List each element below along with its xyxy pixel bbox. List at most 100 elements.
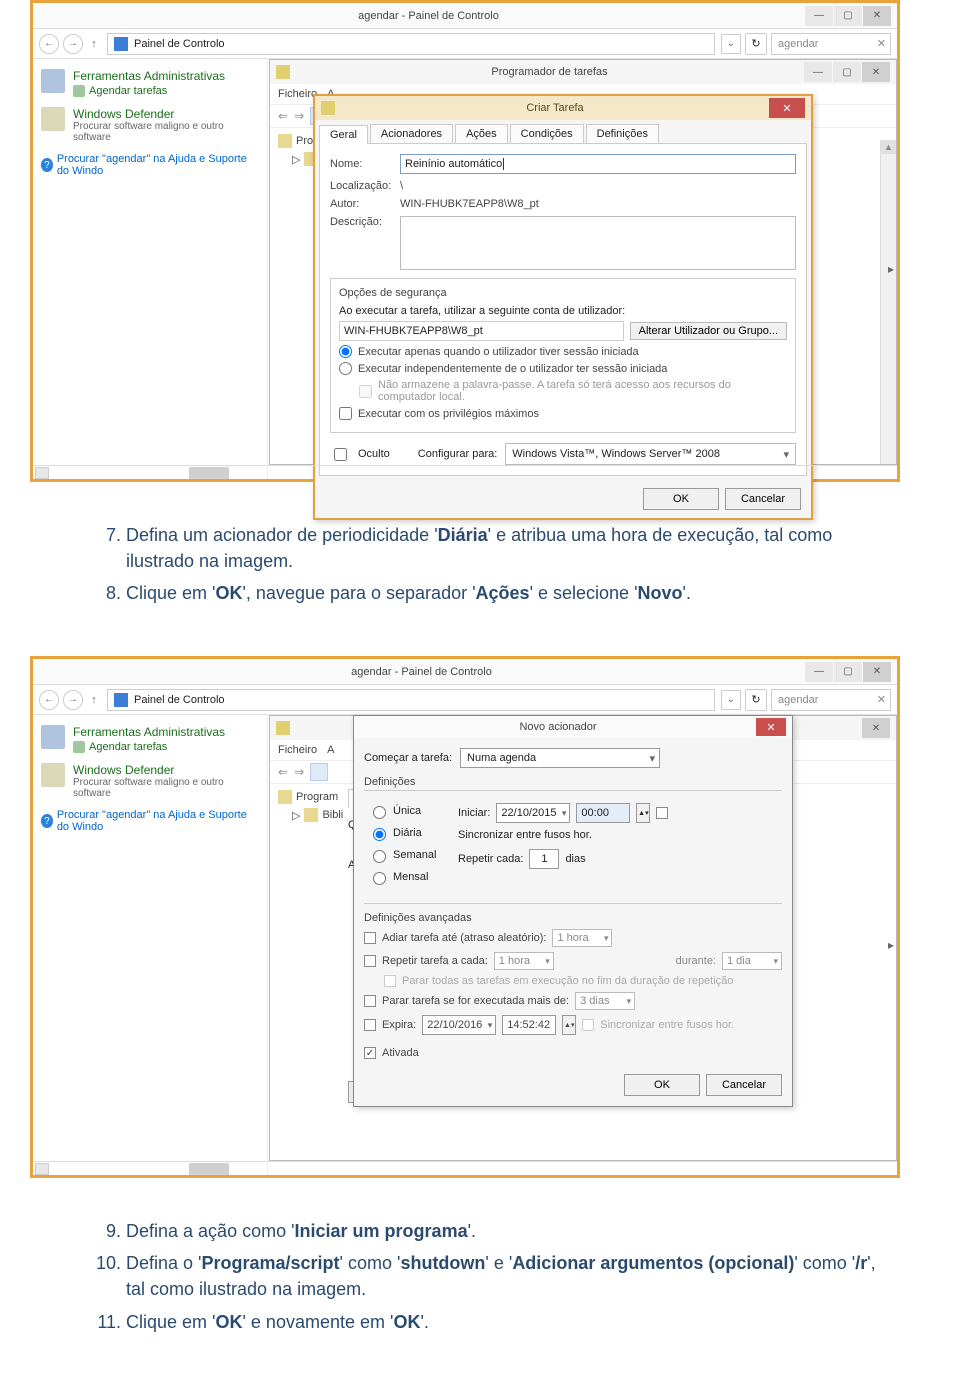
help-link[interactable]: ? Procurar "agendar" na Ajuda e Suporte …	[41, 809, 259, 833]
admin-tools-link[interactable]: Ferramentas Administrativas	[73, 69, 225, 83]
na-ok-button[interactable]: OK	[624, 1074, 700, 1096]
cfg-select[interactable]: Windows Vista™, Windows Server™ 2008	[505, 443, 796, 465]
hscroll-left[interactable]	[35, 467, 49, 479]
na-cancel-button[interactable]: Cancelar	[706, 1074, 782, 1096]
ts-icon	[276, 721, 290, 735]
hscroll-2[interactable]	[33, 1161, 897, 1175]
adv2-select[interactable]: 1 hora	[494, 952, 554, 970]
maximize-button[interactable]: ▢	[834, 6, 862, 26]
time-spinner[interactable]: ▲▾	[636, 803, 650, 823]
breadcrumb[interactable]: Painel de Controlo	[107, 689, 715, 711]
dropdown-history[interactable]: ⌄	[721, 34, 741, 54]
minimize-button[interactable]: —	[805, 6, 833, 26]
search-input[interactable]: agendar ✕	[771, 689, 891, 711]
screenshot-1: agendar - Painel de Controlo — ▢ ✕ ← → ↑…	[30, 0, 900, 482]
adv1-check[interactable]	[364, 932, 376, 944]
up-button[interactable]: ↑	[87, 38, 101, 50]
tab-acoes[interactable]: Ações	[455, 124, 508, 143]
repeat-input[interactable]: 1	[529, 849, 559, 869]
close-button[interactable]: ✕	[863, 6, 891, 26]
hscroll-thumb[interactable]	[189, 467, 229, 479]
back-button[interactable]: ←	[39, 34, 59, 54]
adv2-check[interactable]	[364, 955, 376, 967]
close-button[interactable]: ✕	[863, 662, 891, 682]
adv4-spinner[interactable]: ▲▾	[562, 1015, 576, 1035]
schedule-tasks-link[interactable]: Agendar tarefas	[73, 85, 225, 97]
time-input[interactable]: 00:00	[576, 803, 630, 823]
ts-close[interactable]: ✕	[862, 62, 890, 82]
breadcrumb[interactable]: Painel de Controlo	[107, 33, 715, 55]
opt-logged-on-radio[interactable]	[339, 345, 352, 358]
radio-diaria[interactable]: Diária	[368, 825, 450, 841]
clear-search-icon[interactable]: ✕	[877, 693, 886, 706]
ts-icon	[276, 65, 290, 79]
help-link[interactable]: ? Procurar "agendar" na Ajuda e Suporte …	[41, 153, 259, 177]
back-button[interactable]: ←	[39, 690, 59, 710]
forward-button[interactable]: →	[63, 690, 83, 710]
cp-titlebar-2: agendar - Painel de Controlo — ▢ ✕	[33, 659, 897, 685]
forward-button[interactable]: →	[63, 34, 83, 54]
ct-close-button[interactable]: ✕	[769, 98, 805, 118]
repeat-unit: dias	[565, 853, 585, 865]
tb-icon[interactable]	[310, 763, 328, 781]
expand-arrow[interactable]: ▸	[888, 938, 894, 952]
adv4-date[interactable]: 22/10/2016	[422, 1015, 496, 1035]
opt-no-password-check	[359, 385, 372, 398]
refresh-button[interactable]: ↻	[745, 33, 767, 55]
loc-value: \	[400, 180, 403, 192]
radio-mensal[interactable]: Mensal	[368, 869, 450, 885]
adv3-select[interactable]: 3 dias	[575, 992, 635, 1010]
menu-ficheiro[interactable]: Ficheiro	[278, 88, 317, 100]
adv1-select[interactable]: 1 hora	[552, 929, 612, 947]
expand-arrow[interactable]: ▸	[888, 262, 894, 276]
nome-input[interactable]: Reinínio automático	[400, 154, 796, 174]
radio-unica[interactable]: Única	[368, 803, 450, 819]
date-input[interactable]: 22/10/2015	[496, 803, 570, 823]
address-bar: ← → ↑ Painel de Controlo ⌄ ↻ agendar ✕	[33, 29, 897, 59]
start-select[interactable]: Numa agenda	[460, 748, 660, 768]
defender-link[interactable]: Windows Defender	[73, 107, 259, 121]
na-close-button[interactable]: ✕	[756, 718, 786, 736]
schedule-tasks-link[interactable]: Agendar tarefas	[73, 741, 225, 753]
minimize-button[interactable]: —	[805, 662, 833, 682]
adv4-check[interactable]	[364, 1019, 376, 1031]
search-input[interactable]: agendar ✕	[771, 33, 891, 55]
opt-whether-logged-radio[interactable]	[339, 362, 352, 375]
ts-close[interactable]: ✕	[862, 718, 890, 738]
maximize-button[interactable]: ▢	[834, 662, 862, 682]
hscroll-thumb[interactable]	[189, 1163, 229, 1175]
oculto-check[interactable]	[334, 448, 347, 461]
ct-cancel-button[interactable]: Cancelar	[725, 488, 801, 510]
adv3-check[interactable]	[364, 995, 376, 1007]
ct-ok-button[interactable]: OK	[643, 488, 719, 510]
change-user-button[interactable]: Alterar Utilizador ou Grupo...	[630, 322, 787, 340]
ts-min[interactable]: —	[804, 62, 832, 82]
dropdown-history[interactable]: ⌄	[721, 690, 741, 710]
tab-definicoes[interactable]: Definições	[586, 124, 659, 143]
ct-tabs: Geral Acionadores Ações Condições Defini…	[315, 120, 811, 143]
main-layout: Ferramentas Administrativas Agendar tare…	[33, 59, 897, 479]
admin-tools-link[interactable]: Ferramentas Administrativas	[73, 725, 225, 739]
vscroll[interactable]: ▲	[880, 140, 896, 464]
na-title: Novo acionador	[360, 721, 756, 733]
desc-input[interactable]	[400, 216, 796, 270]
ts-max[interactable]: ▢	[833, 62, 861, 82]
opt-highest-priv-check[interactable]	[339, 407, 352, 420]
adv2b-check	[384, 975, 396, 987]
adv2-dur-select[interactable]: 1 dia	[722, 952, 782, 970]
radio-semanal[interactable]: Semanal	[368, 847, 450, 863]
hscroll[interactable]	[33, 465, 897, 479]
hscroll-left[interactable]	[35, 1163, 49, 1175]
sync-check[interactable]	[656, 807, 668, 819]
defender-desc: Procurar software maligno e outro softwa…	[73, 121, 259, 143]
tab-geral[interactable]: Geral	[319, 125, 368, 144]
tab-condicoes[interactable]: Condições	[510, 124, 584, 143]
refresh-button[interactable]: ↻	[745, 689, 767, 711]
adv4-time[interactable]: 14:52:42	[502, 1015, 556, 1035]
clear-search-icon[interactable]: ✕	[877, 37, 886, 50]
tab-acionadores[interactable]: Acionadores	[370, 124, 453, 143]
defender-link[interactable]: Windows Defender	[73, 763, 259, 777]
up-button[interactable]: ↑	[87, 694, 101, 706]
menu-ficheiro[interactable]: Ficheiro	[278, 744, 317, 756]
ativada-check[interactable]: ✓	[364, 1047, 376, 1059]
